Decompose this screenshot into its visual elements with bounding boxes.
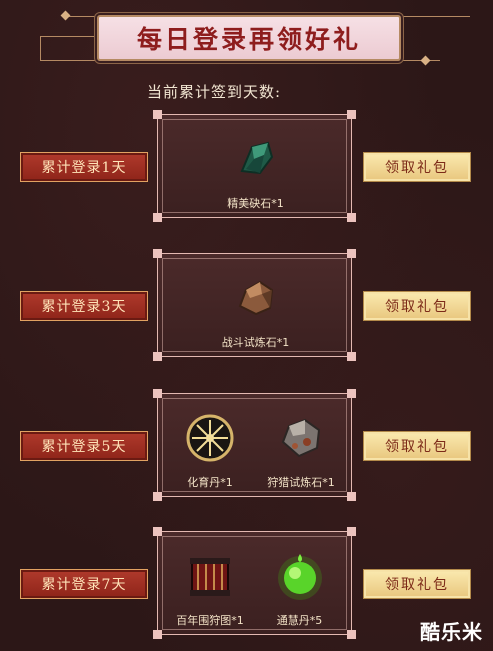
ore-stone-icon	[230, 272, 282, 324]
page-title: 每日登录再领好礼	[136, 25, 361, 54]
reward-item: 精美砄石*1	[218, 133, 293, 211]
box-corner	[153, 249, 162, 258]
reward-item-box: 战斗试炼石*1	[153, 249, 356, 361]
reward-item: 战斗试炼石*1	[218, 272, 293, 350]
claim-button[interactable]: 领取礼包	[363, 152, 471, 182]
box-corner	[153, 492, 162, 501]
item-name: 狩猎试炼石*1	[267, 476, 335, 489]
lantern-chest-icon	[184, 550, 236, 602]
claim-button[interactable]: 领取礼包	[363, 291, 471, 321]
checkin-counter-label: 当前累计签到天数:	[147, 83, 282, 101]
reward-row-day1: 累计登录1天 精美砄石*1 领取礼包	[0, 110, 493, 222]
reward-item-box: 百年围狩图*1 通慧丹*5	[153, 527, 356, 639]
box-corner	[153, 110, 162, 119]
day-label: 累计登录7天	[20, 569, 148, 599]
metal-ore-icon	[275, 412, 327, 464]
reward-item-box: 化育丹*1 狩猎试炼石*1	[153, 389, 356, 501]
claim-button[interactable]: 领取礼包	[363, 431, 471, 461]
day-label: 累计登录5天	[20, 431, 148, 461]
box-corner	[347, 213, 356, 222]
box-corner	[153, 630, 162, 639]
day-label: 累计登录1天	[20, 152, 148, 182]
item-name: 化育丹*1	[187, 476, 233, 489]
glowing-orb-icon	[184, 412, 236, 464]
day-label: 累计登录3天	[20, 291, 148, 321]
title-decoration-right	[400, 16, 470, 17]
box-corner	[347, 630, 356, 639]
box-corner	[347, 492, 356, 501]
claim-button[interactable]: 领取礼包	[363, 569, 471, 599]
reward-item: 化育丹*1	[174, 412, 246, 490]
item-name: 百年围狩图*1	[176, 614, 244, 627]
item-name: 战斗试炼石*1	[221, 336, 290, 349]
deco-diamond-top-left	[60, 10, 71, 21]
reward-item: 狩猎试炼石*1	[261, 412, 341, 490]
box-corner	[347, 389, 356, 398]
box-corner	[153, 213, 162, 222]
jade-stone-icon	[230, 133, 282, 185]
box-corner	[347, 527, 356, 536]
title-decoration-left	[40, 36, 95, 37]
green-orb-icon	[274, 550, 326, 602]
title-decoration-left-lower	[40, 36, 41, 61]
box-corner	[153, 527, 162, 536]
reward-item-box: 精美砄石*1	[153, 110, 356, 222]
box-corner	[347, 352, 356, 361]
item-name: 精美砄石*1	[227, 197, 284, 210]
reward-item: 百年围狩图*1	[170, 550, 250, 628]
item-name: 通慧丹*5	[276, 614, 323, 627]
title-banner: 每日登录再领好礼	[97, 15, 401, 61]
box-corner	[347, 249, 356, 258]
box-corner	[153, 389, 162, 398]
watermark-logo: 酷乐米	[420, 620, 483, 644]
reward-row-day5: 累计登录5天 化育丹*1 狩猎试炼石*1 领取礼包	[0, 389, 493, 501]
reward-item: 通慧丹*5	[262, 550, 337, 628]
reward-row-day3: 累计登录3天 战斗试炼石*1 领取礼包	[0, 249, 493, 361]
box-corner	[153, 352, 162, 361]
deco-diamond-bottom-right	[420, 55, 431, 66]
box-corner	[347, 110, 356, 119]
